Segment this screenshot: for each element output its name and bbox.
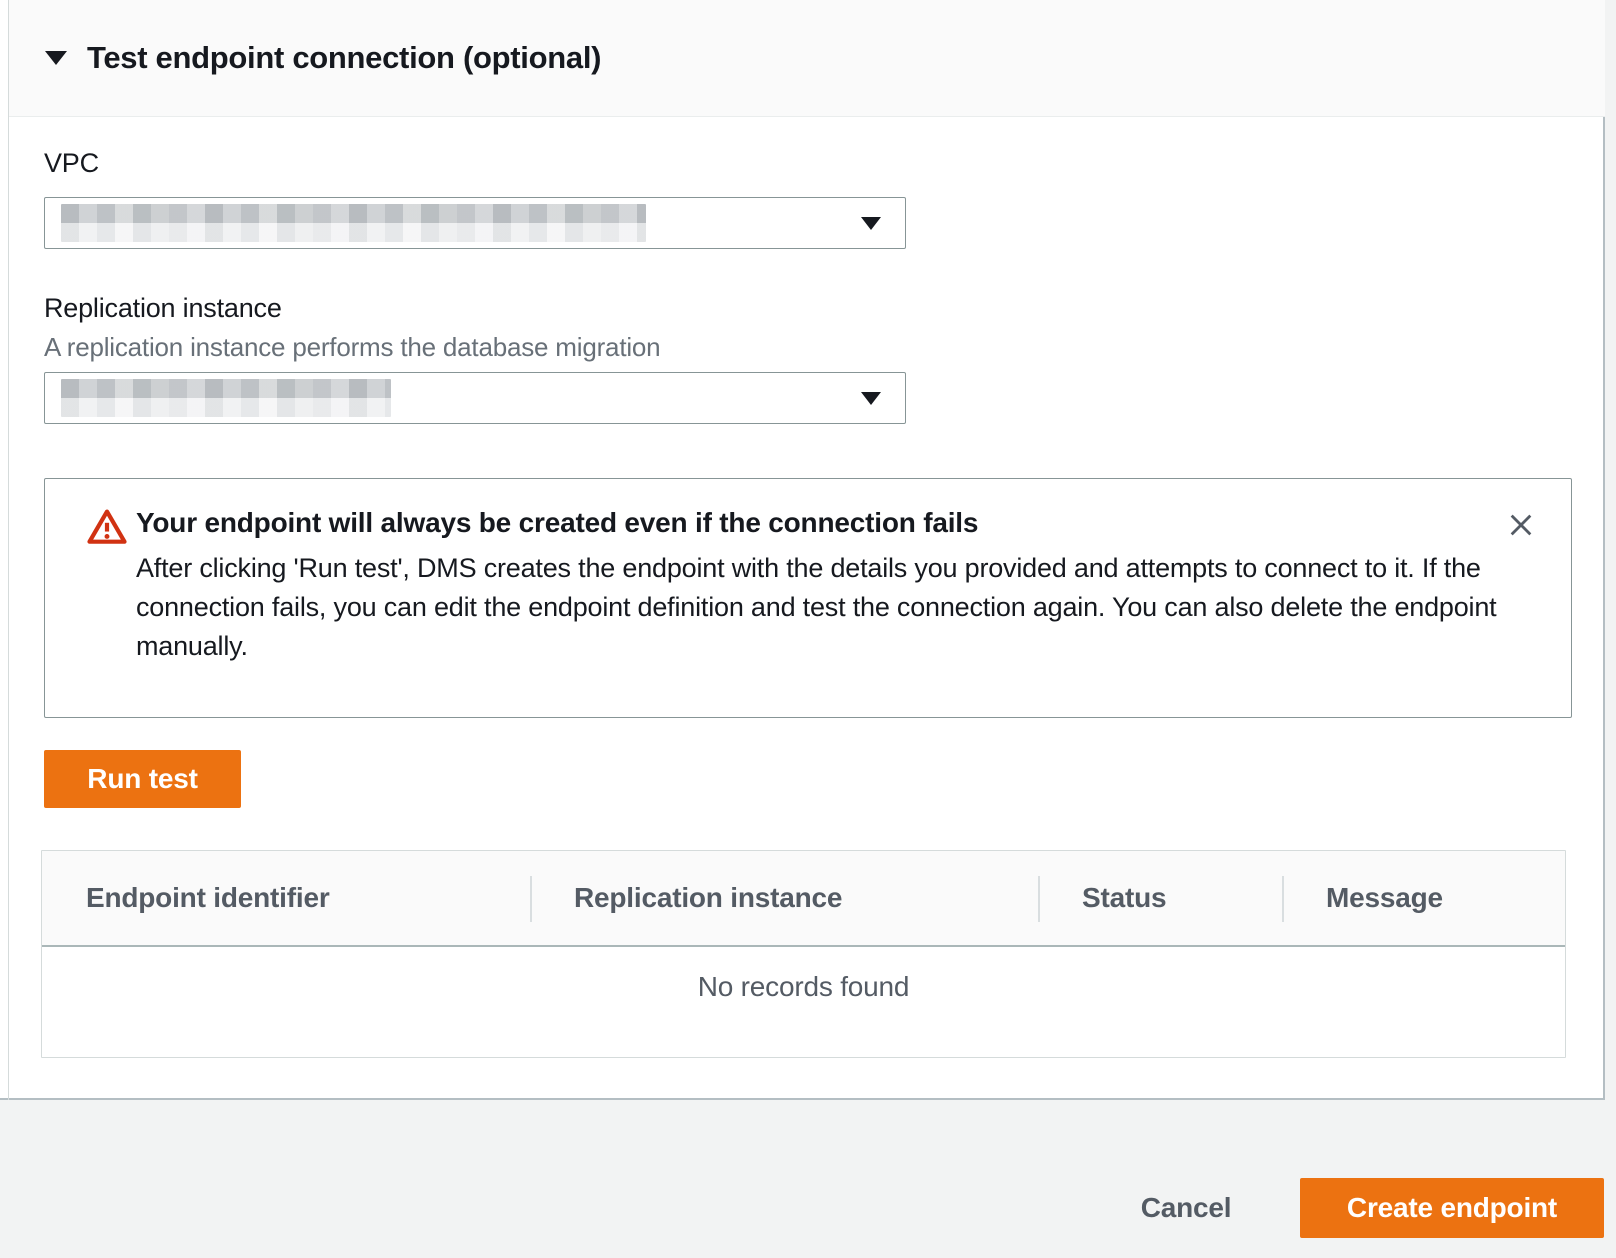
test-results-table: Endpoint identifier Replication instance… — [41, 850, 1566, 1058]
replication-instance-label: Replication instance — [44, 293, 282, 324]
run-test-button[interactable]: Run test — [44, 750, 241, 808]
vpc-redacted-value — [61, 204, 646, 242]
dropdown-caret-icon — [861, 392, 881, 405]
replication-instance-redacted-value — [61, 379, 391, 417]
warning-alert: Your endpoint will always be created eve… — [44, 478, 1572, 718]
collapse-caret-icon[interactable] — [45, 51, 67, 65]
page: Test endpoint connection (optional) VPC … — [0, 0, 1616, 1258]
alert-close-icon[interactable] — [1501, 505, 1541, 545]
create-endpoint-button[interactable]: Create endpoint — [1300, 1178, 1604, 1238]
cancel-button[interactable]: Cancel — [1108, 1180, 1264, 1236]
vpc-label: VPC — [44, 148, 99, 179]
table-header-row: Endpoint identifier Replication instance… — [42, 851, 1565, 947]
dropdown-caret-icon — [861, 217, 881, 230]
section-header-test-endpoint-connection[interactable]: Test endpoint connection (optional) — [9, 0, 1605, 117]
warning-triangle-icon — [86, 506, 128, 553]
column-header-replication-instance[interactable]: Replication instance — [530, 851, 1038, 945]
column-header-message[interactable]: Message — [1282, 851, 1565, 945]
section-title: Test endpoint connection (optional) — [87, 40, 601, 76]
alert-title: Your endpoint will always be created eve… — [136, 507, 1540, 539]
replication-instance-description: A replication instance performs the data… — [44, 332, 660, 363]
replication-instance-select[interactable] — [44, 372, 906, 424]
table-empty-message: No records found — [42, 947, 1565, 1057]
column-header-endpoint-identifier[interactable]: Endpoint identifier — [42, 851, 530, 945]
alert-body: After clicking 'Run test', DMS creates t… — [136, 549, 1540, 666]
vpc-select[interactable] — [44, 197, 906, 249]
panel-left-border — [8, 0, 9, 1100]
column-header-status[interactable]: Status — [1038, 851, 1282, 945]
alert-content: Your endpoint will always be created eve… — [136, 507, 1540, 666]
